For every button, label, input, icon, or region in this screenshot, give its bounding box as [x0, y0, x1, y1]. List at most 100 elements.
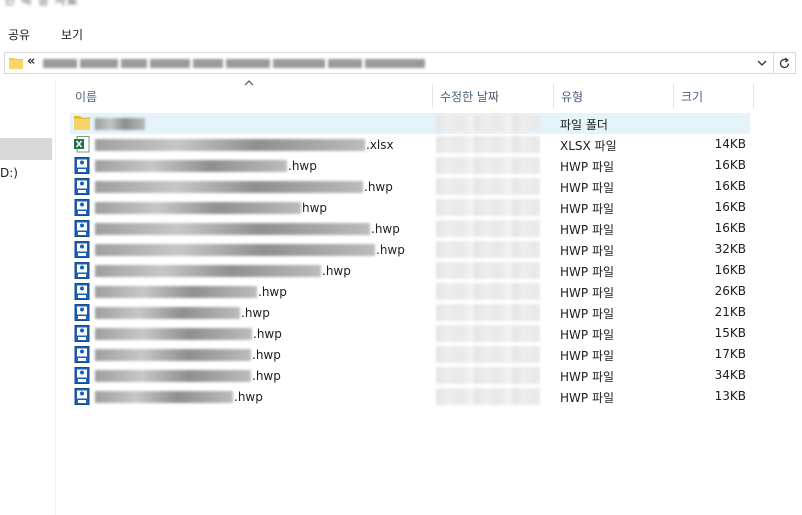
redacted-filename: [95, 390, 233, 403]
file-size: 17KB: [714, 347, 746, 361]
column-header-type[interactable]: 유형: [561, 84, 583, 108]
file-extension: .hwp: [288, 158, 317, 173]
file-extension: .xlsx: [366, 137, 394, 152]
file-type: HWP 파일: [560, 391, 615, 405]
file-extension: .hwp: [252, 368, 281, 383]
column-header-size[interactable]: 크기: [681, 84, 703, 108]
file-type: 파일 폴더: [560, 118, 608, 132]
redacted-date: [436, 157, 540, 174]
address-bar[interactable]: «: [4, 52, 774, 74]
hwp-icon: [74, 346, 90, 363]
file-name: hwp: [95, 200, 327, 215]
file-name: .hwp: [95, 179, 393, 194]
redacted-date: [436, 136, 540, 153]
hwp-icon: [74, 241, 90, 258]
nav-item-drive[interactable]: D:): [0, 166, 18, 180]
column-divider[interactable]: [753, 84, 754, 108]
redacted-date: [436, 220, 540, 237]
redacted-filename: [95, 348, 251, 361]
hwp-icon: [74, 388, 90, 405]
file-extension: hwp: [302, 200, 328, 215]
file-row[interactable]: .hwp HWP 파일 16KB: [70, 176, 750, 197]
file-type: HWP 파일: [560, 202, 615, 216]
redacted-filename: [95, 306, 240, 319]
file-extension: .hwp: [241, 305, 270, 320]
sort-ascending-icon: [244, 80, 254, 86]
redacted-date: [436, 262, 540, 279]
hwp-icon: [74, 283, 90, 300]
nav-item-selected[interactable]: [0, 138, 52, 160]
file-name: .hwp: [95, 368, 281, 383]
breadcrumb[interactable]: [43, 56, 431, 70]
redacted-date: [436, 388, 540, 405]
file-name: .hwp: [95, 158, 317, 173]
file-row[interactable]: 파일 폴더: [70, 113, 750, 134]
redacted-filename: [95, 180, 363, 193]
hwp-icon: [74, 304, 90, 321]
file-row[interactable]: .hwp HWP 파일 17KB: [70, 344, 750, 365]
redacted-date: [436, 367, 540, 384]
refresh-button[interactable]: [774, 52, 796, 74]
file-row[interactable]: .hwp HWP 파일 15KB: [70, 323, 750, 344]
file-size: 16KB: [714, 200, 746, 214]
redacted-date: [436, 304, 540, 321]
hwp-icon: [74, 220, 90, 237]
redacted-date: [436, 115, 540, 132]
column-header-date[interactable]: 수정한 날짜: [440, 84, 499, 108]
redacted-date: [436, 346, 540, 363]
file-row[interactable]: hwp HWP 파일 16KB: [70, 197, 750, 218]
excel-icon: [74, 136, 90, 153]
file-name: .xlsx: [95, 137, 394, 152]
redacted-filename: [95, 117, 145, 130]
file-size: 34KB: [714, 368, 746, 382]
file-name: .hwp: [95, 242, 405, 257]
file-extension: .hwp: [253, 326, 282, 341]
file-type: HWP 파일: [560, 328, 615, 342]
file-size: 16KB: [714, 221, 746, 235]
column-header-name[interactable]: 이름: [75, 84, 97, 108]
file-name: .hwp: [95, 326, 282, 341]
hwp-icon: [74, 178, 90, 195]
folder-icon: [74, 115, 90, 132]
hwp-icon: [74, 262, 90, 279]
file-row[interactable]: .hwp HWP 파일 34KB: [70, 365, 750, 386]
file-row[interactable]: .hwp HWP 파일 16KB: [70, 155, 750, 176]
tab-share[interactable]: 공유: [8, 26, 30, 43]
file-size: 32KB: [714, 242, 746, 256]
file-size: 13KB: [714, 389, 746, 403]
window-title: 연 락 망 자료: [4, 0, 79, 7]
file-extension: .hwp: [371, 221, 400, 236]
file-name: [95, 116, 145, 131]
file-extension: .hwp: [364, 179, 393, 194]
chevron-down-icon[interactable]: [755, 56, 769, 70]
file-row[interactable]: .hwp HWP 파일 13KB: [70, 386, 750, 407]
file-row[interactable]: .hwp HWP 파일 32KB: [70, 239, 750, 260]
column-divider[interactable]: [673, 84, 674, 108]
redacted-filename: [95, 327, 252, 340]
file-name: .hwp: [95, 305, 270, 320]
file-type: HWP 파일: [560, 223, 615, 237]
file-extension: .hwp: [376, 242, 405, 257]
title-bar: 연 락 망 자료: [0, 0, 802, 20]
navigation-pane: D:): [0, 80, 56, 515]
file-row[interactable]: .xlsx XLSX 파일 14KB: [70, 134, 750, 155]
file-extension: .hwp: [234, 389, 263, 404]
tab-view[interactable]: 보기: [61, 26, 83, 43]
file-type: HWP 파일: [560, 286, 615, 300]
hwp-icon: [74, 199, 90, 216]
breadcrumb-overflow[interactable]: «: [27, 54, 35, 69]
file-size: 26KB: [714, 284, 746, 298]
file-extension: .hwp: [252, 347, 281, 362]
file-type: XLSX 파일: [560, 139, 617, 153]
file-row[interactable]: .hwp HWP 파일 26KB: [70, 281, 750, 302]
column-divider[interactable]: [553, 84, 554, 108]
file-size: 16KB: [714, 158, 746, 172]
file-row[interactable]: .hwp HWP 파일 16KB: [70, 260, 750, 281]
redacted-date: [436, 241, 540, 258]
file-type: HWP 파일: [560, 349, 615, 363]
file-row[interactable]: .hwp HWP 파일 21KB: [70, 302, 750, 323]
redacted-date: [436, 325, 540, 342]
file-type: HWP 파일: [560, 244, 615, 258]
column-divider[interactable]: [432, 84, 433, 108]
file-row[interactable]: .hwp HWP 파일 16KB: [70, 218, 750, 239]
